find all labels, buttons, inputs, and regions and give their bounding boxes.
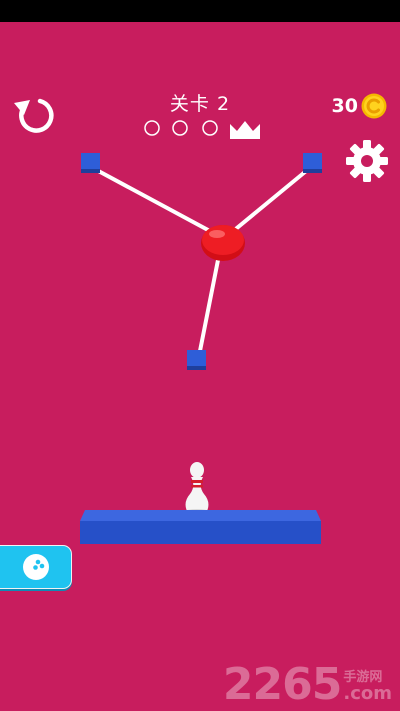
anchor-right[interactable] — [303, 153, 322, 173]
coin-count: 30 — [331, 95, 358, 117]
progress-dot-3 — [202, 120, 218, 136]
platform — [80, 510, 321, 544]
bowling-ball-icon — [22, 554, 49, 580]
level-progress — [144, 120, 260, 139]
restart-button[interactable] — [10, 95, 58, 135]
watermark-digits: 2265 — [222, 659, 342, 710]
bowling-pin — [185, 462, 209, 513]
rope-bottom — [197, 253, 221, 358]
watermark-logo: 2265 手游网 .com — [223, 663, 392, 707]
ball-select-button[interactable] — [0, 545, 72, 589]
rope-left — [89, 165, 223, 239]
anchor-bottom[interactable] — [187, 350, 206, 370]
crown-icon — [230, 121, 260, 139]
restart-icon — [14, 98, 54, 133]
progress-dot-1 — [144, 120, 160, 136]
gear-icon — [346, 140, 388, 182]
coin-icon — [361, 93, 387, 119]
coin-counter: 30 — [332, 92, 388, 120]
red-ball — [201, 225, 245, 261]
watermark-domain: .com — [343, 683, 392, 704]
level-title: 关卡 2 — [169, 93, 231, 115]
anchor-left[interactable] — [81, 153, 100, 173]
progress-dot-2 — [172, 120, 188, 136]
rope-right — [224, 165, 313, 239]
settings-button[interactable] — [344, 138, 390, 184]
